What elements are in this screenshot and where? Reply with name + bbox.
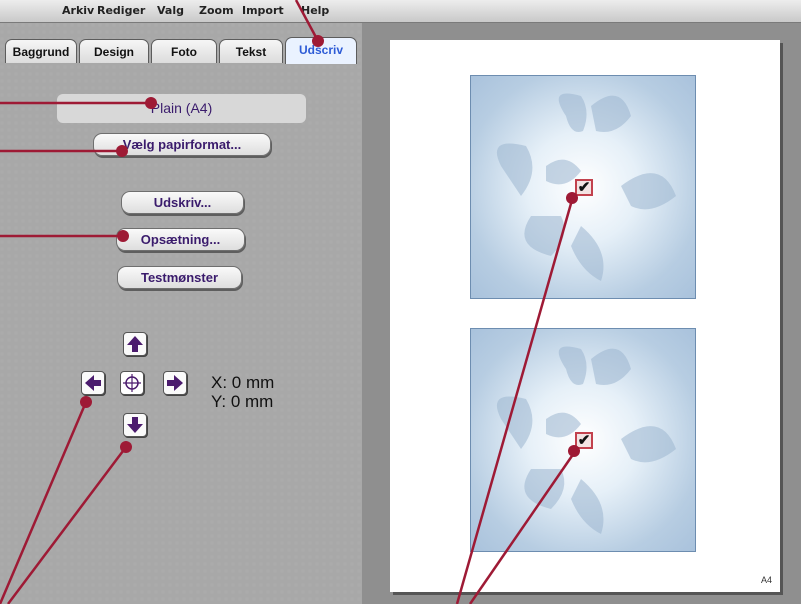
callout-overlay xyxy=(0,0,580,604)
callout-dot-left-arrow xyxy=(80,396,92,408)
callout-dot-tab xyxy=(312,35,324,47)
callout-line-down-arrow xyxy=(7,446,127,604)
callout-dot-bottom-checkbox xyxy=(568,445,580,457)
callout-line-bottom-checkbox xyxy=(468,452,576,604)
callout-dot-top-checkbox xyxy=(566,192,578,204)
callout-dot-format xyxy=(145,97,157,109)
callout-line-top-checkbox xyxy=(455,199,574,604)
callout-dot-choose-format xyxy=(116,145,128,157)
callout-dot-down-arrow xyxy=(120,441,132,453)
callout-line-left-arrow xyxy=(0,401,88,604)
callout-line-tab xyxy=(294,0,320,42)
callout-dot-setup xyxy=(117,230,129,242)
